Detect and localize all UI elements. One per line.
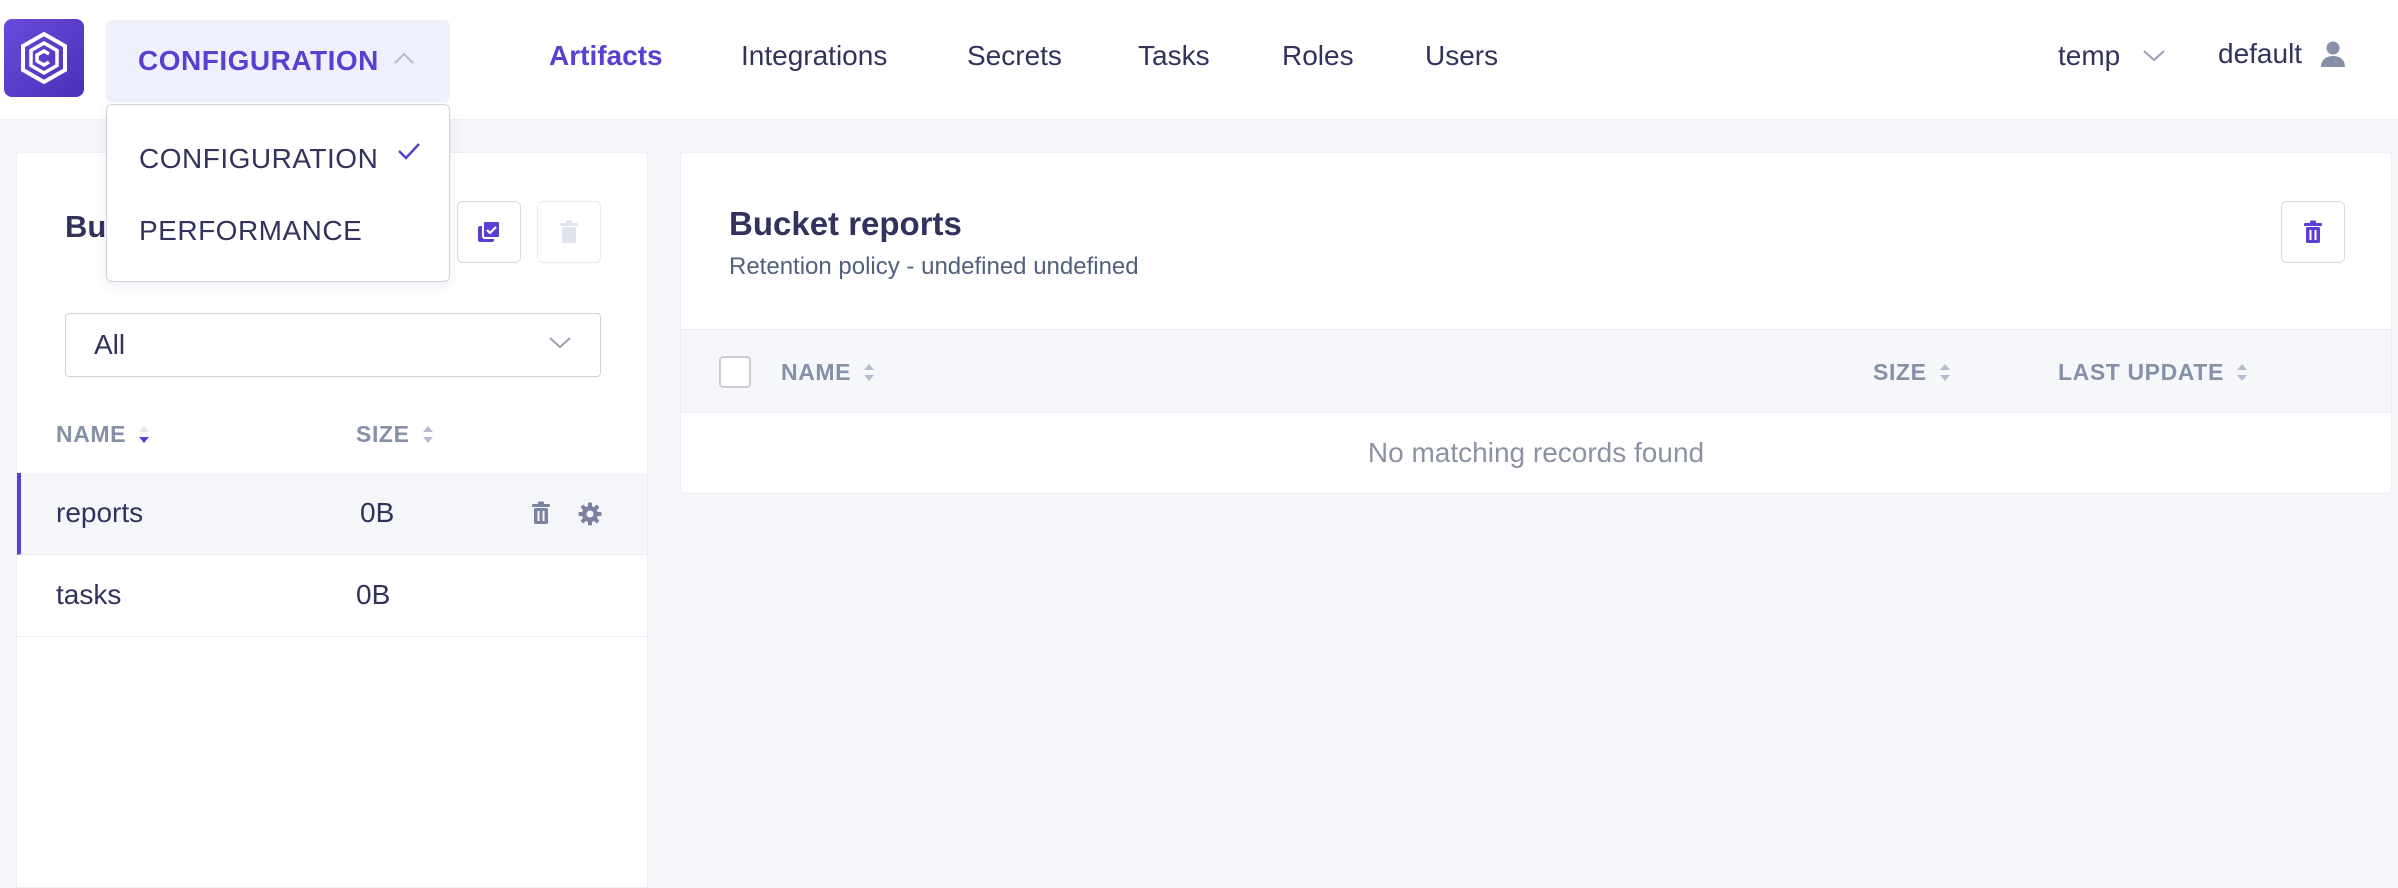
- column-header-size-label: SIZE: [1873, 359, 1927, 385]
- chevron-up-icon: [394, 52, 414, 64]
- trash-icon[interactable]: [531, 501, 551, 530]
- trash-icon: [560, 220, 578, 243]
- bucket-details-title: Bucket reports: [729, 205, 962, 242]
- mode-switch-button[interactable]: CONFIGURATION: [106, 20, 450, 102]
- select-all-checkbox[interactable]: [719, 356, 751, 388]
- mode-switch-label: CONFIGURATION: [138, 45, 379, 76]
- app-logo-icon[interactable]: [4, 19, 84, 97]
- bucket-filter-value: All: [94, 329, 126, 360]
- project-name: temp: [2058, 40, 2121, 71]
- column-header-name[interactable]: NAME: [781, 359, 875, 386]
- column-header-size-label: SIZE: [356, 421, 410, 447]
- column-header-size[interactable]: SIZE: [356, 421, 434, 448]
- gear-icon[interactable]: [578, 502, 602, 531]
- menu-item-configuration[interactable]: CONFIGURATION: [139, 143, 378, 175]
- nav-item-secrets[interactable]: Secrets: [967, 40, 1062, 72]
- delete-buckets-button[interactable]: [537, 201, 601, 263]
- bucket-details-panel: Bucket reports Retention policy - undefi…: [680, 152, 2392, 494]
- artifacts-table-header: NAME SIZE LAST UPDATE: [681, 329, 2391, 413]
- bucket-row-tasks[interactable]: tasks 0B: [17, 555, 647, 637]
- project-selector[interactable]: temp: [2058, 40, 2166, 72]
- user-name: default: [2218, 38, 2303, 69]
- top-header: CONFIGURATION Artifacts Integrations Sec…: [0, 0, 2398, 120]
- bucket-filter-select[interactable]: All: [65, 313, 601, 377]
- bucket-size: 0B: [356, 579, 391, 610]
- sort-icon: [1939, 363, 1951, 382]
- check-icon: [398, 143, 420, 160]
- empty-state-text: No matching records found: [1367, 437, 1705, 468]
- sort-desc-icon: [138, 425, 150, 444]
- sort-icon: [422, 425, 434, 444]
- trash-icon: [2304, 220, 2322, 243]
- menu-item-performance[interactable]: PERFORMANCE: [139, 215, 362, 247]
- chevron-down-icon: [549, 337, 571, 349]
- column-header-last-update-label: LAST UPDATE: [2058, 359, 2224, 385]
- bucket-size: 0B: [360, 497, 395, 528]
- column-header-last-update[interactable]: LAST UPDATE: [2058, 359, 2248, 386]
- column-header-name-label: NAME: [56, 421, 127, 447]
- nav-item-integrations[interactable]: Integrations: [741, 40, 887, 72]
- bucket-row-reports[interactable]: reports 0B: [17, 473, 647, 555]
- select-multiple-button[interactable]: [457, 201, 521, 263]
- user-icon: [2321, 41, 2346, 67]
- column-header-size[interactable]: SIZE: [1873, 359, 1951, 386]
- sort-icon: [2236, 363, 2248, 382]
- bucket-name: tasks: [56, 579, 122, 610]
- copy-check-icon: [478, 220, 501, 242]
- bucket-name: reports: [56, 497, 144, 528]
- nav-item-tasks[interactable]: Tasks: [1138, 40, 1210, 72]
- column-header-name[interactable]: NAME: [56, 421, 150, 448]
- user-menu[interactable]: default: [2218, 38, 2346, 70]
- nav-item-artifacts[interactable]: Artifacts: [549, 40, 663, 72]
- mode-dropdown-menu: CONFIGURATION PERFORMANCE: [106, 104, 450, 282]
- nav-item-users[interactable]: Users: [1425, 40, 1498, 72]
- sort-icon: [863, 363, 875, 382]
- bucket-list-title: Bu: [65, 209, 107, 244]
- column-header-name-label: NAME: [781, 359, 852, 385]
- nav-item-roles[interactable]: Roles: [1282, 40, 1354, 72]
- delete-bucket-button[interactable]: [2281, 201, 2345, 263]
- retention-policy-text: Retention policy - undefined undefined: [729, 253, 1139, 280]
- chevron-down-icon: [2143, 50, 2165, 62]
